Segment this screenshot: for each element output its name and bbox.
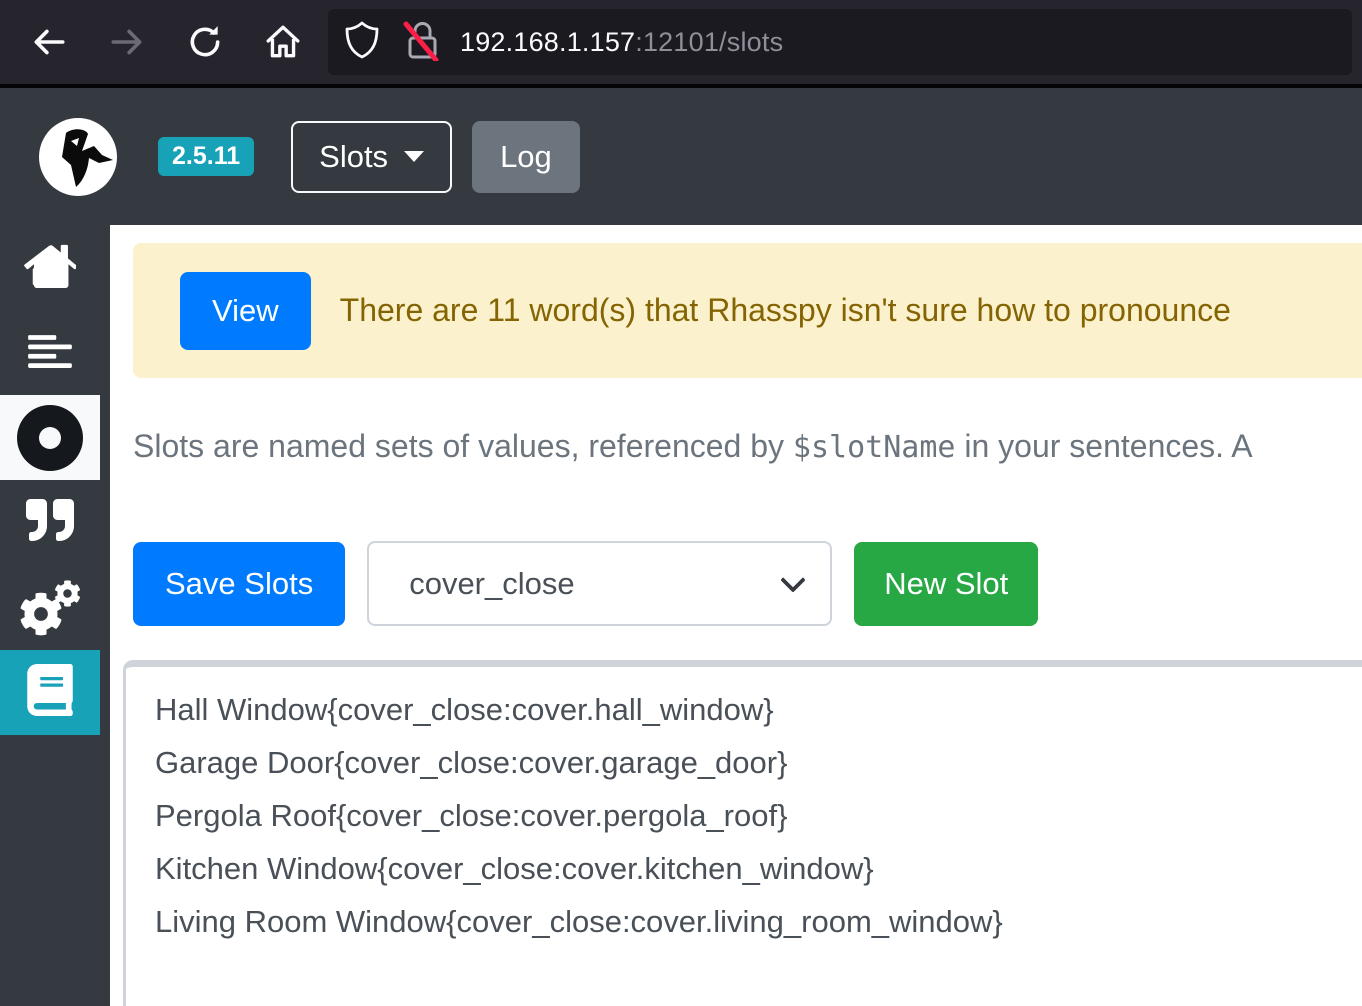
main-row: View There are 11 word(s) that Rhasspy i… — [0, 225, 1362, 1006]
sidebar-item-home[interactable] — [0, 225, 100, 310]
slot-values-textarea[interactable]: Hall Window{cover_close:cover.hall_windo… — [123, 660, 1362, 1006]
url-host: 192.168.1.157 — [460, 27, 635, 57]
page-select-label: Slots — [319, 139, 388, 175]
sidebar-item-sentences[interactable] — [0, 310, 100, 395]
sidebar-item-record[interactable] — [0, 395, 100, 480]
slot-select[interactable]: cover_close — [367, 541, 832, 626]
quote-right-icon — [26, 496, 74, 549]
log-button[interactable]: Log — [472, 121, 580, 193]
book-icon — [27, 664, 73, 721]
reload-icon[interactable] — [186, 23, 224, 61]
home-icon — [24, 242, 76, 293]
url-bar[interactable]: 192.168.1.157:12101/slots — [328, 9, 1352, 75]
view-button[interactable]: View — [180, 272, 311, 350]
url-text: 192.168.1.157:12101/slots — [460, 27, 783, 58]
app-header: 2.5.11 Slots Log — [0, 88, 1362, 225]
shield-icon[interactable] — [344, 20, 380, 65]
page-select-dropdown[interactable]: Slots — [291, 121, 452, 193]
save-slots-button[interactable]: Save Slots — [133, 542, 345, 626]
browser-nav-buttons — [0, 23, 328, 61]
back-icon[interactable] — [30, 23, 68, 61]
browser-toolbar: 192.168.1.157:12101/slots — [0, 0, 1362, 88]
url-path: :12101/slots — [635, 27, 783, 57]
slots-description: Slots are named sets of values, referenc… — [133, 428, 1362, 465]
rhasspy-logo-icon — [38, 117, 118, 197]
home-icon[interactable] — [264, 23, 302, 61]
align-left-icon — [25, 325, 75, 380]
slotname-code: $slotName — [793, 430, 956, 465]
warning-message: There are 11 word(s) that Rhasspy isn't … — [340, 292, 1231, 329]
version-badge: 2.5.11 — [158, 137, 254, 177]
cogs-icon — [19, 580, 81, 636]
slots-description-after: in your sentences. A — [955, 428, 1252, 464]
record-circle-icon — [17, 405, 83, 471]
insecure-lock-icon[interactable] — [402, 19, 442, 66]
new-slot-button[interactable]: New Slot — [854, 542, 1038, 626]
slots-controls: Save Slots cover_close New Slot — [133, 541, 1362, 626]
sidebar-item-words[interactable] — [0, 480, 100, 565]
forward-icon[interactable] — [108, 23, 146, 61]
sidebar-item-slots[interactable] — [0, 650, 100, 735]
chevron-down-icon — [404, 151, 424, 162]
content-area: View There are 11 word(s) that Rhasspy i… — [110, 225, 1362, 1006]
pronounce-warning-banner: View There are 11 word(s) that Rhasspy i… — [133, 243, 1362, 378]
sidebar — [0, 225, 110, 1006]
slots-description-before: Slots are named sets of values, referenc… — [133, 428, 793, 464]
sidebar-item-settings[interactable] — [0, 565, 100, 650]
slot-select-wrap: cover_close — [367, 541, 832, 626]
